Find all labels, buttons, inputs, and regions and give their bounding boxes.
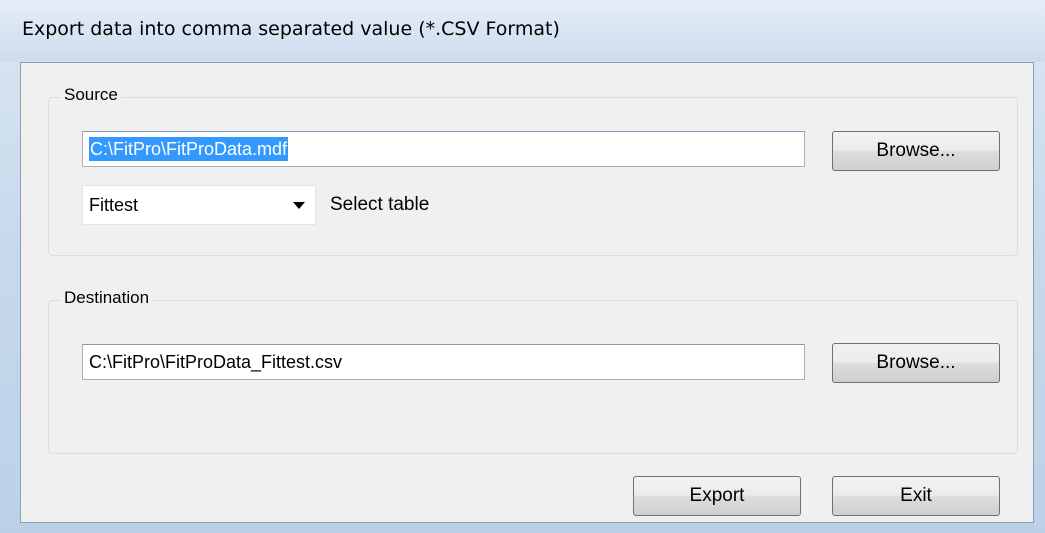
dialog-client-area: Source C:\FitPro\FitProData.mdf Browse..… — [20, 62, 1034, 523]
export-button[interactable]: Export — [633, 476, 801, 516]
exit-button[interactable]: Exit — [832, 476, 1000, 516]
source-path-value: C:\FitPro\FitProData.mdf — [89, 137, 289, 161]
table-select-value: Fittest — [89, 195, 139, 215]
destination-browse-button[interactable]: Browse... — [832, 343, 1000, 383]
select-table-label: Select table — [330, 194, 430, 215]
destination-path-input[interactable]: C:\FitPro\FitProData_Fittest.csv — [82, 344, 805, 380]
destination-path-value: C:\FitPro\FitProData_Fittest.csv — [89, 352, 343, 372]
chevron-down-icon[interactable] — [293, 202, 305, 209]
window-title: Export data into comma separated value (… — [22, 18, 560, 40]
destination-group-label: Destination — [61, 288, 153, 308]
source-group-label: Source — [61, 85, 121, 105]
source-browse-button[interactable]: Browse... — [832, 131, 1000, 171]
title-bar[interactable]: Export data into comma separated value (… — [0, 0, 1045, 62]
source-groupbox: Source — [48, 85, 1018, 256]
export-csv-dialog: Export data into comma separated value (… — [0, 0, 1045, 533]
table-select-dropdown[interactable]: Fittest — [82, 185, 316, 225]
source-path-input[interactable]: C:\FitPro\FitProData.mdf — [82, 131, 805, 167]
